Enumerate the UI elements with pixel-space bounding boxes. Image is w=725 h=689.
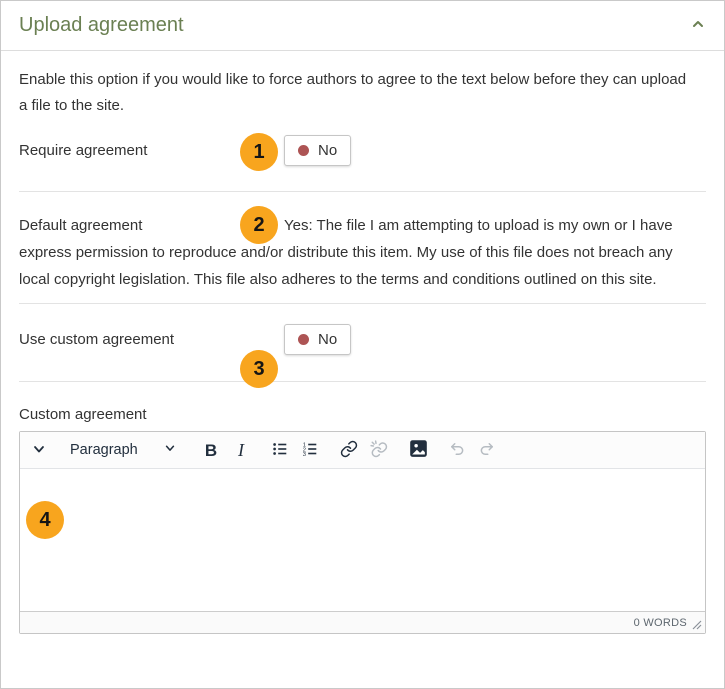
list-group: 1 2 3 bbox=[265, 435, 325, 465]
chevron-up-icon bbox=[690, 16, 706, 35]
bullet-list-icon bbox=[271, 440, 289, 461]
divider bbox=[19, 381, 706, 382]
toggle-off-dot-icon bbox=[298, 145, 309, 156]
panel-body: Enable this option if you would like to … bbox=[1, 67, 724, 634]
panel-description: Enable this option if you would like to … bbox=[19, 67, 691, 119]
use-custom-agreement-toggle[interactable]: No bbox=[284, 324, 351, 355]
paragraph-format-select[interactable]: Paragraph bbox=[64, 435, 182, 465]
divider bbox=[19, 303, 706, 304]
image-icon bbox=[409, 439, 428, 461]
editor-toolbar: Paragraph B I bbox=[20, 432, 705, 469]
toggle-state-label: No bbox=[318, 331, 337, 348]
use-custom-agreement-label: Use custom agreement bbox=[19, 331, 284, 348]
default-agreement-row: Default agreementYes: The file I am atte… bbox=[19, 212, 706, 293]
svg-text:3: 3 bbox=[303, 452, 306, 458]
link-icon bbox=[340, 440, 358, 461]
undo-button[interactable] bbox=[442, 435, 472, 465]
format-select-value: Paragraph bbox=[70, 442, 138, 458]
bold-button[interactable]: B bbox=[196, 435, 226, 465]
redo-icon bbox=[478, 440, 496, 461]
chevron-down-icon bbox=[32, 442, 46, 459]
unlink-button[interactable] bbox=[364, 435, 394, 465]
numbered-list-button[interactable]: 1 2 3 bbox=[295, 435, 325, 465]
collapse-panel-button[interactable] bbox=[690, 16, 706, 35]
upload-agreement-panel: Upload agreement Enable this option if y… bbox=[0, 0, 725, 689]
toggle-off-dot-icon bbox=[298, 334, 309, 345]
redo-button[interactable] bbox=[472, 435, 502, 465]
annotation-step-badge: 3 bbox=[240, 350, 278, 388]
require-agreement-toggle[interactable]: No bbox=[284, 135, 351, 166]
annotation-step-badge: 4 bbox=[26, 501, 64, 539]
require-agreement-row: Require agreement No bbox=[19, 135, 706, 166]
italic-button[interactable]: I bbox=[226, 435, 256, 465]
history-group bbox=[442, 435, 502, 465]
bullet-list-button[interactable] bbox=[265, 435, 295, 465]
custom-agreement-label: Custom agreement bbox=[19, 406, 706, 423]
italic-icon: I bbox=[238, 441, 244, 459]
text-style-group: B I bbox=[196, 435, 256, 465]
toolbar-drawer-button[interactable] bbox=[24, 435, 54, 465]
bold-icon: B bbox=[205, 442, 217, 459]
undo-icon bbox=[448, 440, 466, 461]
media-group bbox=[403, 435, 433, 465]
annotation-step-badge: 2 bbox=[240, 206, 278, 244]
insert-image-button[interactable] bbox=[403, 435, 433, 465]
editor-content[interactable] bbox=[20, 469, 705, 611]
rich-text-editor: Paragraph B I bbox=[19, 431, 706, 634]
chevron-down-icon bbox=[164, 442, 176, 458]
toggle-state-label: No bbox=[318, 142, 337, 159]
insert-link-button[interactable] bbox=[334, 435, 364, 465]
editor-statusbar: 0 WORDS bbox=[20, 611, 705, 633]
panel-header: Upload agreement bbox=[1, 1, 724, 51]
link-group bbox=[334, 435, 394, 465]
word-count: 0 WORDS bbox=[634, 617, 687, 629]
unlink-icon bbox=[370, 440, 388, 461]
use-custom-agreement-row: Use custom agreement No bbox=[19, 324, 706, 355]
resize-handle-icon[interactable] bbox=[692, 620, 702, 630]
panel-title: Upload agreement bbox=[19, 14, 184, 37]
divider bbox=[19, 191, 706, 192]
annotation-step-badge: 1 bbox=[240, 133, 278, 171]
numbered-list-icon: 1 2 3 bbox=[301, 440, 319, 461]
